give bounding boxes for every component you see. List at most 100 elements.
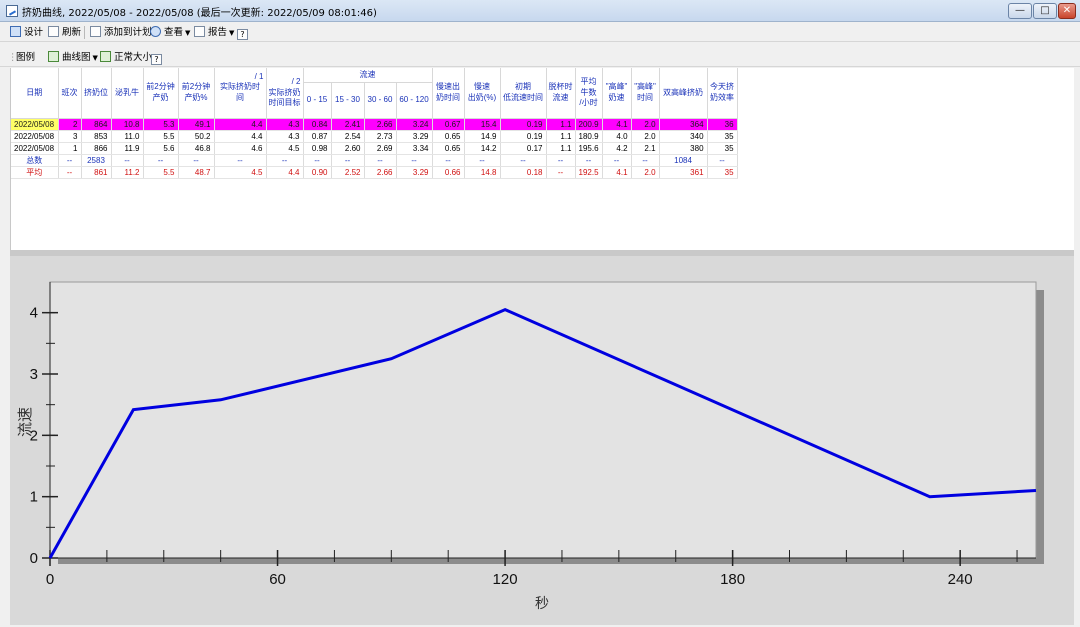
col-slow-time[interactable]: 慢速出 奶时间 xyxy=(432,68,465,119)
table-cell: 380 xyxy=(659,142,708,155)
minimize-button[interactable]: — xyxy=(1008,3,1032,19)
col-target-time[interactable]: / 2 实际挤奶 时间目标 xyxy=(266,68,304,119)
table-cell: 192.5 xyxy=(575,166,603,179)
table-cell: 1.1 xyxy=(546,118,576,131)
add-to-plan-button[interactable]: 添加到计划 xyxy=(90,25,152,40)
table-row-average[interactable]: 平均 -- 861 11.2 5.5 48.7 4.5 4.4 0.90 2.52 2.66 3.29… xyxy=(11,166,738,179)
table-cell: 11.2 xyxy=(111,166,144,179)
table-cell: 4.1 xyxy=(602,166,632,179)
close-button[interactable]: ✕ xyxy=(1058,3,1076,19)
col-shift[interactable]: 班次 xyxy=(58,68,82,119)
table-row[interactable]: 2022/05/08 1 866 11.9 5.6 46.8 4.6 4.5 0.98 2.60 2… xyxy=(11,142,738,155)
table-cell: 2.0 xyxy=(631,166,660,179)
table-cell: 0.84 xyxy=(303,118,332,131)
table-cell: 10.8 xyxy=(111,118,144,131)
table-cell: -- xyxy=(111,154,144,167)
table-cell: 4.6 xyxy=(214,142,267,155)
table-cell: 14.2 xyxy=(464,142,501,155)
table-cell: 4.4 xyxy=(214,130,267,143)
design-button[interactable]: 设计 xyxy=(10,25,43,40)
table-cell: -- xyxy=(464,154,501,167)
chart-help-button[interactable]: ? xyxy=(151,50,165,65)
col-actual-time[interactable]: / 1 实际挤奶时间 xyxy=(214,68,267,119)
maximize-button[interactable]: □ xyxy=(1033,3,1057,19)
table-cell: 35 xyxy=(707,142,738,155)
table-cell: -- xyxy=(364,154,397,167)
x-tick-label: 60 xyxy=(269,571,286,588)
table-cell: 4.0 xyxy=(602,130,632,143)
col-peak-time[interactable]: "高峰" 时间 xyxy=(631,68,660,119)
main-toolbar: 设计 刷新 添加到计划 查看 ▼ 报告 ▼ ? xyxy=(0,22,1080,42)
title-bar[interactable]: 挤奶曲线, 2022/05/08 - 2022/05/08 (最后一次更新: 2… xyxy=(0,0,1080,22)
table-row[interactable]: 2022/05/08 3 853 11.0 5.5 50.2 4.4 4.3 0.87 2.54 2… xyxy=(11,130,738,143)
table-cell: -- xyxy=(631,154,660,167)
table-cell: 340 xyxy=(659,130,708,143)
table-cell: 4.3 xyxy=(266,118,304,131)
table-cell: 0.67 xyxy=(432,118,465,131)
col-date[interactable]: 日期 xyxy=(11,68,59,119)
table-cell: 195.6 xyxy=(575,142,603,155)
col-first2min-yield[interactable]: 前2分钟 产奶 xyxy=(143,68,179,119)
help-button[interactable]: ? xyxy=(237,25,251,40)
table-cell: -- xyxy=(546,154,576,167)
table-cell: 2.1 xyxy=(631,142,660,155)
table-cell: 1084 xyxy=(659,154,708,167)
table-cell: 2022/05/08 xyxy=(11,130,59,143)
y-tick-label: 0 xyxy=(30,550,38,567)
legend-button[interactable]: 图例 xyxy=(16,50,35,65)
table-cell: -- xyxy=(707,154,738,167)
col-stall[interactable]: 挤奶位 xyxy=(81,68,112,119)
table-cell: -- xyxy=(143,154,179,167)
col-first2min-pct[interactable]: 前2分钟 产奶% xyxy=(178,68,215,119)
table-cell: 5.6 xyxy=(143,142,179,155)
table-cell: 866 xyxy=(81,142,112,155)
col-flow-15-30[interactable]: 15 - 30 xyxy=(331,82,365,119)
table-cell: -- xyxy=(602,154,632,167)
view-menu-button[interactable]: 查看 ▼ xyxy=(150,25,190,40)
col-efficiency[interactable]: 今天挤 奶效率 xyxy=(707,68,738,119)
milking-summary-table: 日期 班次 挤奶位 泌乳牛 前2分钟 产奶 前2分钟 产奶% / 1 实际挤奶时间 /… xyxy=(11,68,738,179)
table-cell: 0.19 xyxy=(500,118,547,131)
flow-rate-chart: 0 60 120 180 24001234 秒 流速 xyxy=(16,281,1044,612)
table-cell: 5.5 xyxy=(143,166,179,179)
x-tick-label: 0 xyxy=(46,571,54,588)
table-cell: 0.90 xyxy=(303,166,332,179)
table-cell: -- xyxy=(575,154,603,167)
toolbar-separator xyxy=(84,26,85,39)
table-cell: 861 xyxy=(81,166,112,179)
table-cell: 15.4 xyxy=(464,118,501,131)
table-cell: 0.66 xyxy=(432,166,465,179)
table-cell: 3.29 xyxy=(396,130,433,143)
col-initial-low-flow[interactable]: 初期 低流速时间 xyxy=(500,68,547,119)
table-cell: 49.1 xyxy=(178,118,215,131)
curve-menu-button[interactable]: 曲线图 ▼ xyxy=(48,50,98,65)
table-row-selected[interactable]: 2022/05/08 2 864 10.8 5.3 49.1 4.4 4.3 0.84 2.41 2… xyxy=(11,118,738,131)
table-cell: 1 xyxy=(58,142,82,155)
x-tick-label: 180 xyxy=(720,571,745,588)
col-peak-speed[interactable]: "高峰" 奶速 xyxy=(602,68,632,119)
table-cell: 0.17 xyxy=(500,142,547,155)
col-flow-30-60[interactable]: 30 - 60 xyxy=(364,82,397,119)
col-detach-flow[interactable]: 脱杯时 流速 xyxy=(546,68,576,119)
col-flow-60-120[interactable]: 60 - 120 xyxy=(396,82,433,119)
col-group-flow[interactable]: 流速 xyxy=(303,68,433,83)
window-title: 挤奶曲线, 2022/05/08 - 2022/05/08 (最后一次更新: 2… xyxy=(22,8,377,19)
table-cell: 853 xyxy=(81,130,112,143)
table-cell: 4.5 xyxy=(266,142,304,155)
table-cell: 2.73 xyxy=(364,130,397,143)
col-slow-pct[interactable]: 慢速 出奶(%) xyxy=(464,68,501,119)
normal-size-button[interactable]: 正常大小 xyxy=(100,50,152,65)
table-cell: 2.52 xyxy=(331,166,365,179)
y-tick-label: 1 xyxy=(30,489,38,506)
table-cell: 14.8 xyxy=(464,166,501,179)
col-double-peak[interactable]: 双高峰挤奶 xyxy=(659,68,708,119)
col-avg-cows-per-hour[interactable]: 平均 牛数/小时 xyxy=(575,68,603,119)
col-flow-0-15[interactable]: 0 - 15 xyxy=(303,82,332,119)
col-lactating[interactable]: 泌乳牛 xyxy=(111,68,144,119)
report-menu-button[interactable]: 报告 ▼ xyxy=(194,25,234,40)
table-row-total[interactable]: 总数 -- 2583 -- -- -- -- -- -- -- -- -- -- -- -- -- -- -- --… xyxy=(11,154,738,167)
table-cell: 180.9 xyxy=(575,130,603,143)
table-cell: 0.65 xyxy=(432,130,465,143)
table-cell: 1.1 xyxy=(546,142,576,155)
refresh-button[interactable]: 刷新 xyxy=(48,25,81,40)
